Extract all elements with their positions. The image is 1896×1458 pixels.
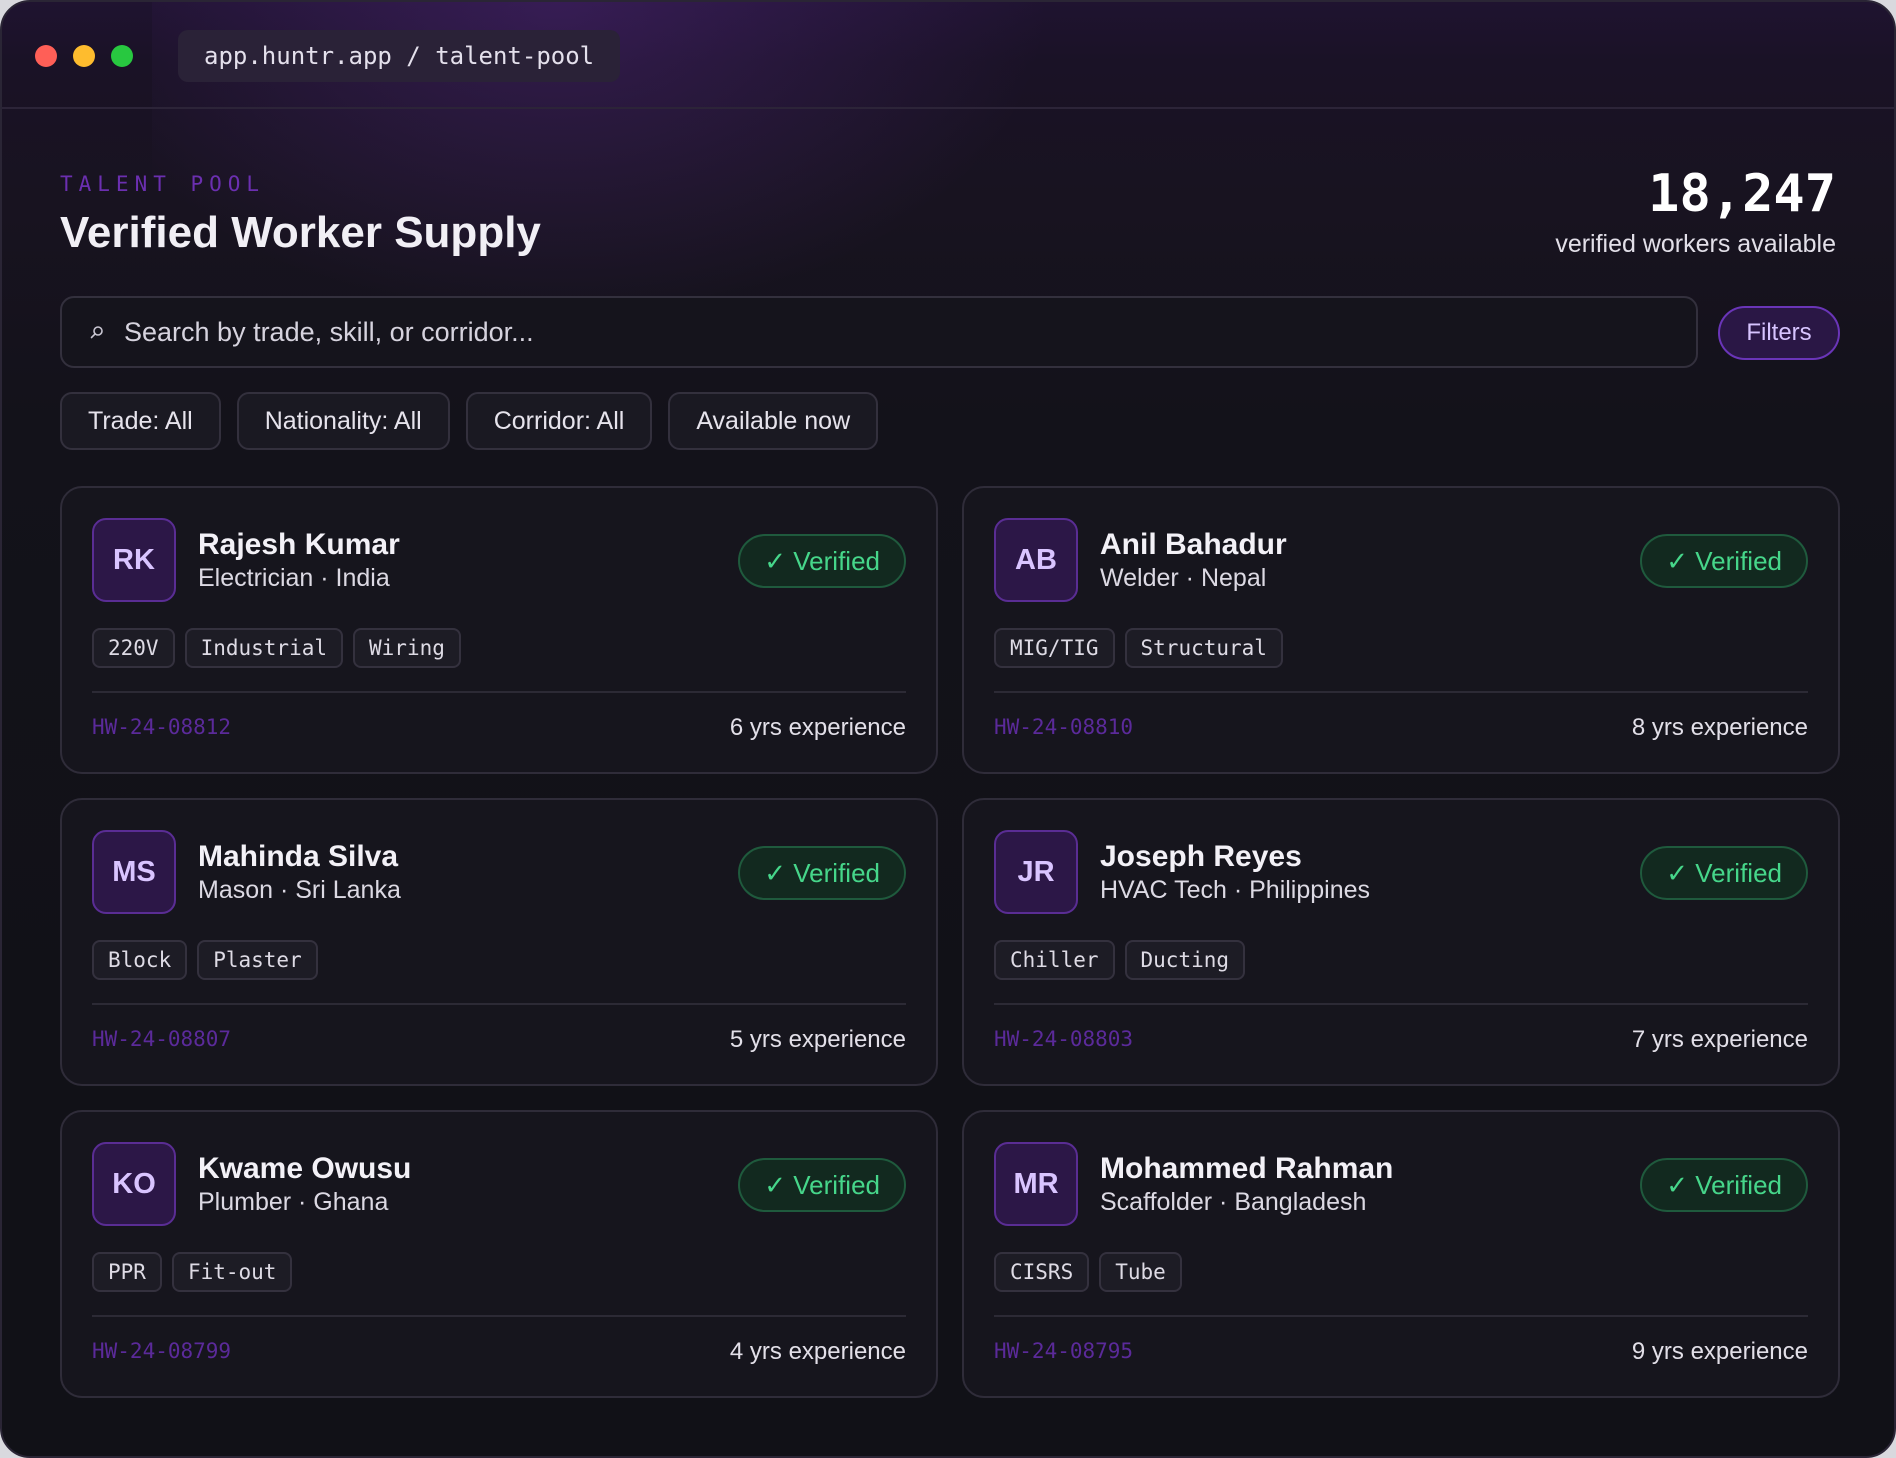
verified-badge: ✓ Verified [738, 846, 906, 900]
skill-tag: MIG/TIG [994, 628, 1115, 668]
avatar: AB [994, 518, 1078, 602]
search-icon [90, 321, 112, 343]
worker-card[interactable]: AB Anil Bahadur Welder · Nepal ✓ Verifie… [962, 486, 1840, 774]
search-input[interactable] [124, 298, 1684, 366]
worker-name: Joseph Reyes [1100, 840, 1302, 873]
verified-badge: ✓ Verified [1640, 1158, 1808, 1212]
worker-trade-nationality: Plumber · Ghana [198, 1188, 389, 1216]
worker-id: HW-24-08810 [994, 715, 1134, 739]
skill-tag: Industrial [184, 628, 344, 668]
worker-experience: 7 yrs experience [1631, 1026, 1808, 1053]
skill-tags: PPR Fit-out [92, 1252, 293, 1292]
search-bar [60, 296, 1698, 368]
avatar: MS [92, 830, 176, 914]
worker-experience: 5 yrs experience [729, 1026, 906, 1053]
worker-name: Mohammed Rahman [1100, 1152, 1394, 1185]
worker-experience: 9 yrs experience [1631, 1338, 1808, 1365]
avatar: MR [994, 1142, 1078, 1226]
avatar: KO [92, 1142, 176, 1226]
skill-tags: CISRS Tube [994, 1252, 1182, 1292]
worker-id: HW-24-08803 [994, 1027, 1134, 1051]
skill-tag: PPR [92, 1252, 162, 1292]
skill-tag: Block [92, 940, 188, 980]
worker-trade-nationality: Electrician · India [198, 564, 390, 592]
worker-id: HW-24-08807 [92, 1027, 232, 1051]
card-divider [92, 1315, 906, 1317]
card-divider [994, 691, 1808, 693]
verified-badge: ✓ Verified [1640, 534, 1808, 588]
section-eyebrow: TALENT POOL [60, 172, 266, 196]
card-divider [92, 691, 906, 693]
minimize-window-button[interactable] [73, 45, 95, 67]
verified-badge: ✓ Verified [738, 534, 906, 588]
worker-trade-nationality: HVAC Tech · Philippines [1100, 876, 1371, 904]
avatar: JR [994, 830, 1078, 914]
worker-name: Mahinda Silva [198, 840, 399, 873]
filter-chips: Trade: All Nationality: All Corridor: Al… [60, 392, 879, 450]
worker-card[interactable]: RK Rajesh Kumar Electrician · India ✓ Ve… [60, 486, 938, 774]
filters-button[interactable]: Filters [1718, 306, 1840, 360]
chip-corridor[interactable]: Corridor: All [465, 392, 653, 450]
skill-tag: CISRS [994, 1252, 1090, 1292]
worker-card[interactable]: MR Mohammed Rahman Scaffolder · Banglade… [962, 1110, 1840, 1398]
verified-badge: ✓ Verified [738, 1158, 906, 1212]
skill-tags: Block Plaster [92, 940, 318, 980]
worker-trade-nationality: Mason · Sri Lanka [198, 876, 401, 904]
chip-available-now[interactable]: Available now [668, 392, 879, 450]
verified-badge: ✓ Verified [1640, 846, 1808, 900]
page-title: Verified Worker Supply [60, 208, 541, 257]
chip-nationality[interactable]: Nationality: All [236, 392, 450, 450]
card-divider [92, 1003, 906, 1005]
avatar: RK [92, 518, 176, 602]
worker-card[interactable]: JR Joseph Reyes HVAC Tech · Philippines … [962, 798, 1840, 1086]
worker-experience: 6 yrs experience [729, 714, 906, 741]
skill-tag: Fit-out [171, 1252, 293, 1292]
worker-name: Anil Bahadur [1100, 528, 1287, 561]
worker-trade-nationality: Welder · Nepal [1100, 564, 1267, 592]
skill-tags: Chiller Ducting [994, 940, 1246, 980]
worker-count: 18,247 [1648, 164, 1836, 224]
worker-trade-nationality: Scaffolder · Bangladesh [1100, 1188, 1367, 1216]
worker-name: Kwame Owusu [198, 1152, 412, 1185]
worker-experience: 4 yrs experience [729, 1338, 906, 1365]
skill-tag: Ducting [1124, 940, 1246, 980]
skill-tag: Plaster [197, 940, 318, 980]
skill-tag: Structural [1124, 628, 1283, 668]
skill-tag: Wiring [353, 628, 461, 668]
worker-id: HW-24-08799 [92, 1339, 232, 1363]
close-window-button[interactable] [35, 45, 57, 67]
skill-tags: MIG/TIG Structural [994, 628, 1283, 668]
card-divider [994, 1315, 1808, 1317]
worker-card[interactable]: MS Mahinda Silva Mason · Sri Lanka ✓ Ver… [60, 798, 938, 1086]
chip-trade[interactable]: Trade: All [60, 392, 221, 450]
skill-tag: Chiller [994, 940, 1115, 980]
skill-tags: 220V Industrial Wiring [92, 628, 461, 668]
skill-tag: Tube [1099, 1252, 1182, 1292]
worker-id: HW-24-08812 [92, 715, 232, 739]
worker-name: Rajesh Kumar [198, 528, 400, 561]
card-divider [994, 1003, 1808, 1005]
worker-card[interactable]: KO Kwame Owusu Plumber · Ghana ✓ Verifie… [60, 1110, 938, 1398]
skill-tag: 220V [92, 628, 175, 668]
app-window: app.huntr.app / talent-pool TALENT POOL … [0, 0, 1896, 1458]
url-bar[interactable]: app.huntr.app / talent-pool [178, 30, 621, 82]
worker-id: HW-24-08795 [994, 1339, 1134, 1363]
worker-experience: 8 yrs experience [1631, 714, 1808, 741]
maximize-window-button[interactable] [111, 45, 133, 67]
title-bar: app.huntr.app / talent-pool [2, 2, 1894, 109]
worker-count-label: verified workers available [1555, 230, 1836, 258]
